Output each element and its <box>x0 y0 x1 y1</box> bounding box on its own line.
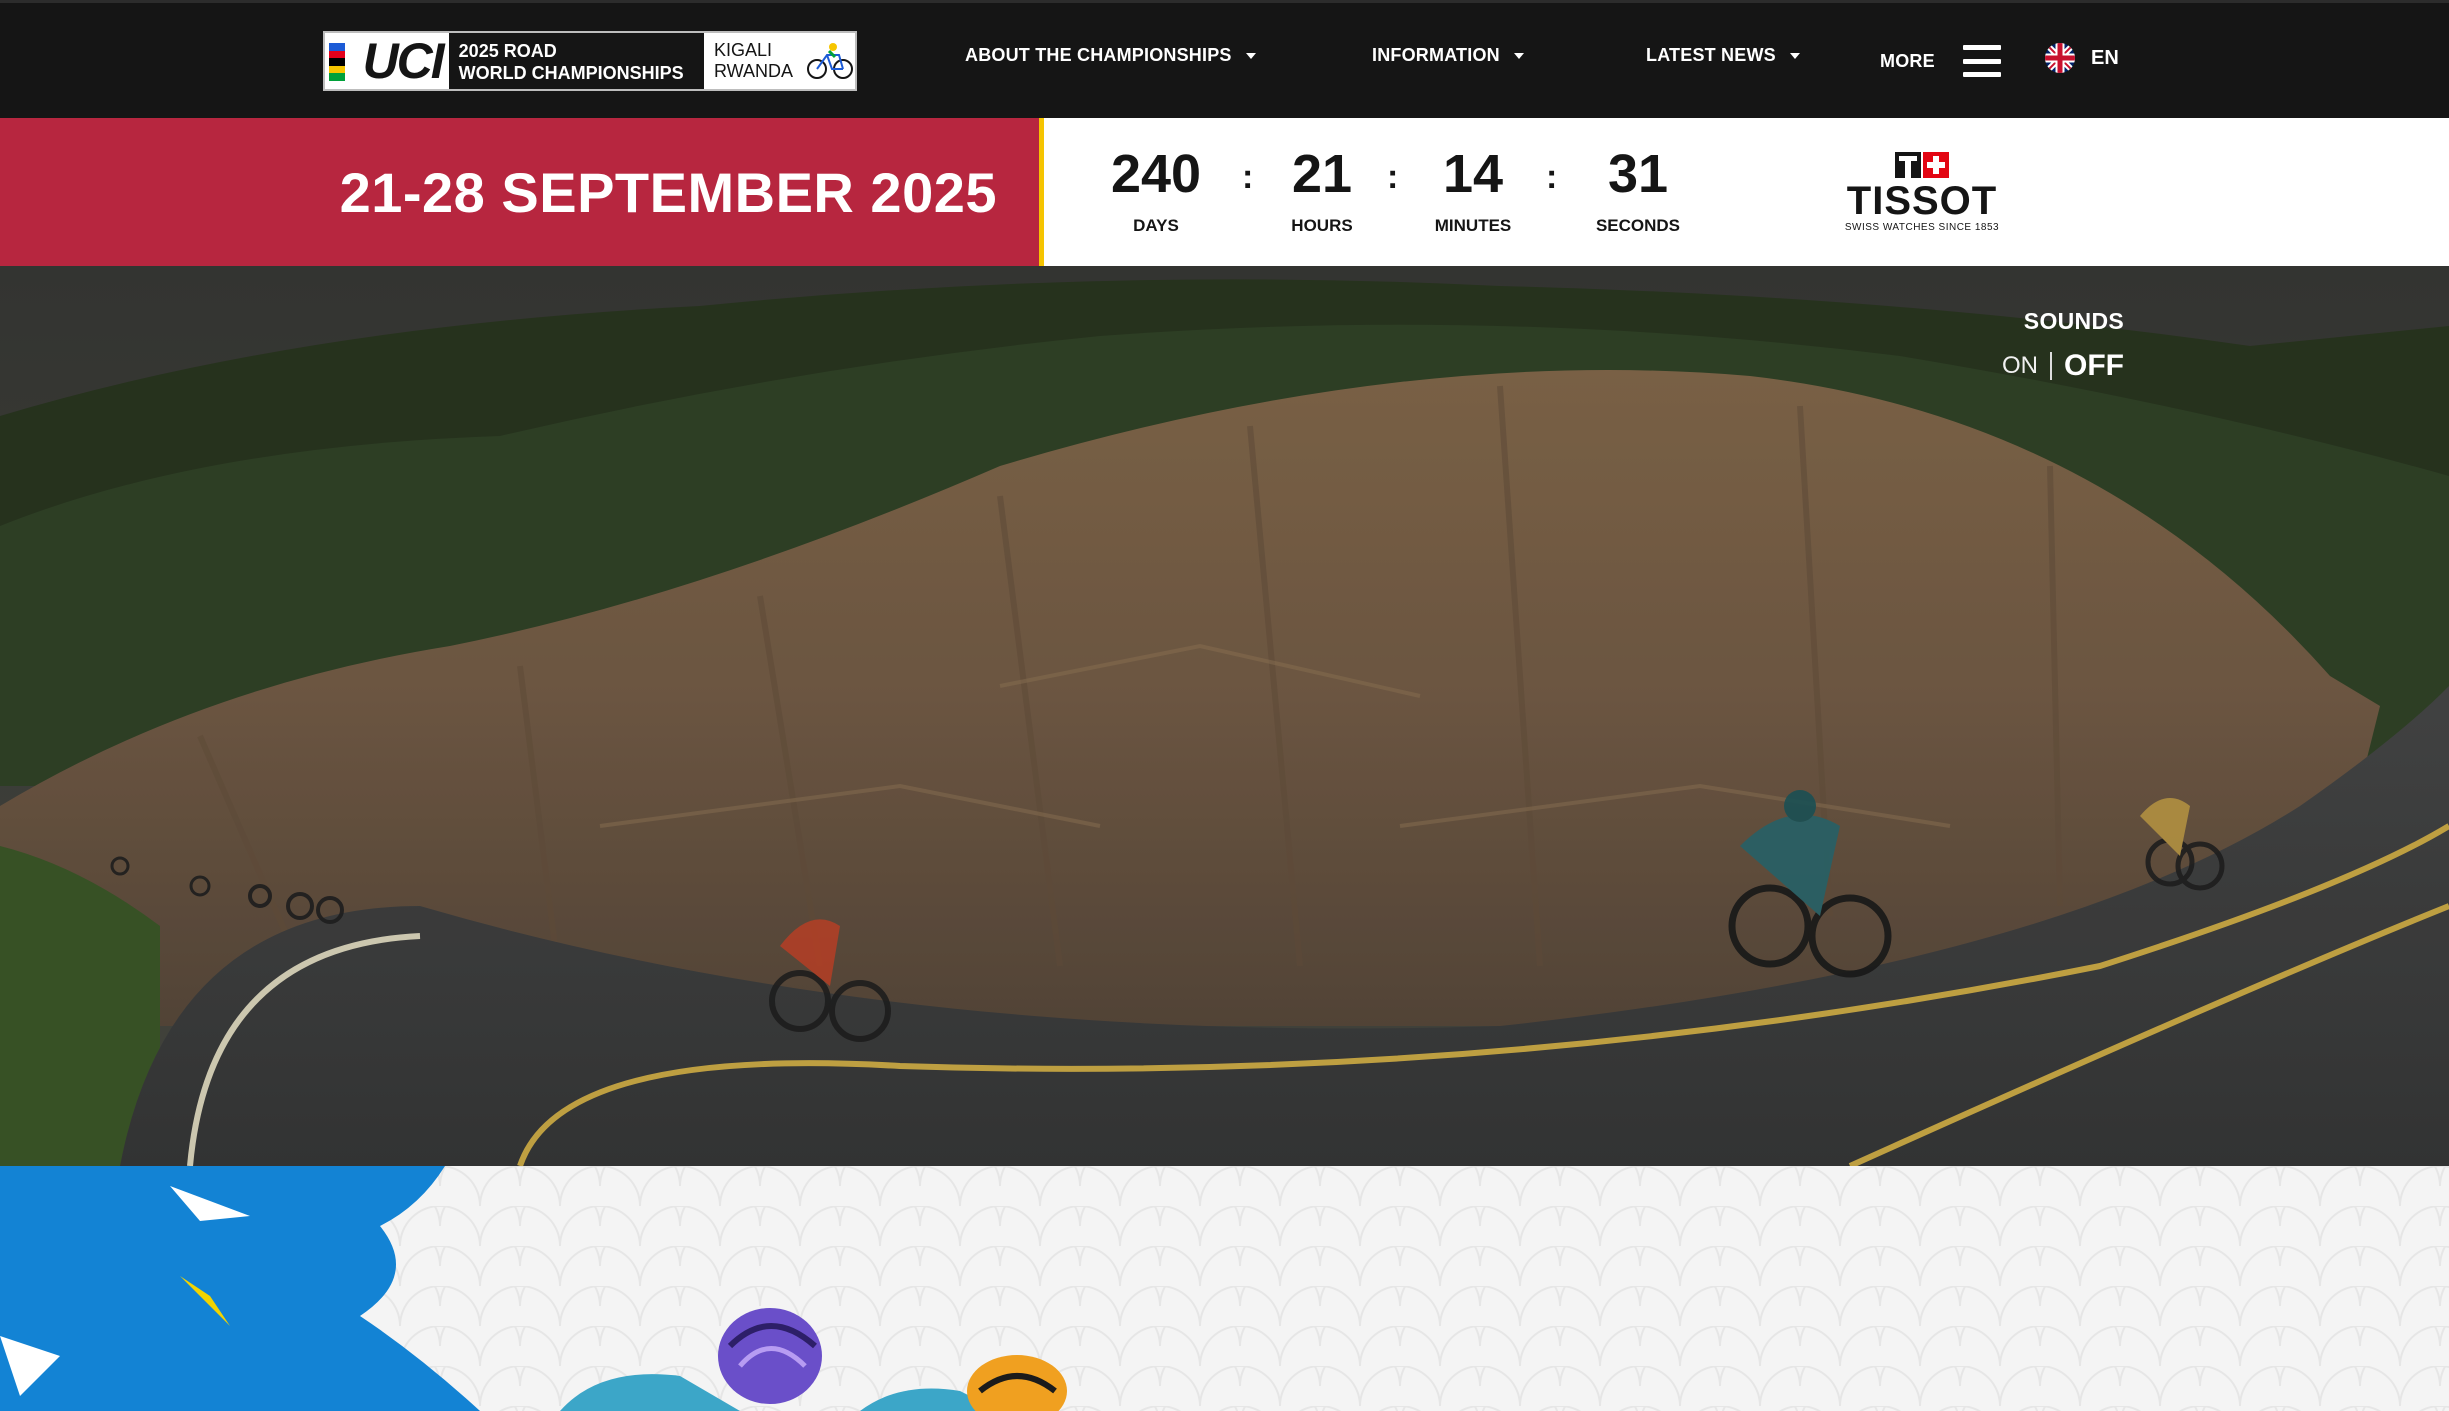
event-dates: 21-28 SEPTEMBER 2025 <box>339 160 997 224</box>
chevron-down-icon <box>1513 52 1524 59</box>
cyclist-icon <box>807 43 853 79</box>
rainbow-stripes-icon <box>329 43 345 81</box>
countdown-days: 240 DAYS <box>1076 144 1236 236</box>
sound-on-button[interactable]: ON <box>2002 352 2052 380</box>
logo-host: KIGALI RWANDA <box>703 33 855 89</box>
countdown-separator: : <box>1546 158 1558 196</box>
logo-title-line1: 2025 ROAD <box>458 41 557 61</box>
chevron-down-icon <box>1245 52 1256 59</box>
language-selector[interactable]: EN <box>2045 43 2119 73</box>
countdown-hours-label: HOURS <box>1291 216 1353 235</box>
nav-information[interactable]: INFORMATION <box>1372 45 1524 66</box>
countdown-seconds-value: 31 <box>1607 144 1669 204</box>
countdown-days-label: DAYS <box>1133 216 1179 235</box>
countdown-minutes-value: 14 <box>1442 144 1504 204</box>
sponsor-name: TISSOT <box>1846 179 1998 223</box>
more-menu-button[interactable]: MORE <box>1880 45 2001 77</box>
uci-logo: UCI <box>325 33 449 89</box>
nav-about-label: ABOUT THE CHAMPIONSHIPS <box>965 45 1232 65</box>
uci-wordmark: UCI <box>362 33 445 89</box>
sound-toggle: SOUNDS ON OFF <box>2002 308 2124 383</box>
logo-title: 2025 ROAD WORLD CHAMPIONSHIPS <box>448 33 704 89</box>
championship-logo[interactable]: UCI 2025 ROAD WORLD CHAMPIONSHIPS KIGALI… <box>323 31 857 91</box>
nav-information-label: INFORMATION <box>1372 45 1500 65</box>
chevron-down-icon <box>1789 52 1800 59</box>
logo-title-line2: WORLD CHAMPIONSHIPS <box>458 63 684 83</box>
sponsor-tissot-logo[interactable]: TISSOT SWISS WATCHES SINCE 1853 <box>1832 152 2012 233</box>
countdown-minutes-label: MINUTES <box>1434 216 1512 235</box>
countdown-minutes: 14 MINUTES <box>1393 144 1553 236</box>
sound-toggle-options: ON OFF <box>2002 349 2124 383</box>
nav-latest-news-label: LATEST NEWS <box>1646 45 1776 65</box>
logo-host-line1: KIGALI <box>713 40 773 60</box>
countdown-days-value: 240 <box>1110 144 1202 204</box>
tissot-cross-icon <box>1832 152 2012 178</box>
uk-flag-icon <box>2045 43 2075 73</box>
nav-about-championships[interactable]: ABOUT THE CHAMPIONSHIPS <box>965 45 1256 66</box>
hero-video: SOUNDS ON OFF <box>0 266 2449 1166</box>
countdown-seconds: 31 SECONDS <box>1558 144 1718 236</box>
event-dates-box: 21-28 SEPTEMBER 2025 <box>0 118 1044 266</box>
countdown-band: 21-28 SEPTEMBER 2025 240 DAYS : 21 HOURS… <box>0 118 2449 266</box>
hamburger-menu-icon <box>1962 45 2001 77</box>
language-code: EN <box>2091 46 2119 69</box>
hero-cyclists-cliff-image <box>0 266 2449 1166</box>
sounds-title: SOUNDS <box>2023 308 2124 334</box>
countdown-hours: 21 HOURS <box>1242 144 1402 236</box>
cyclists-illustration <box>0 1166 2449 1411</box>
nav-latest-news[interactable]: LATEST NEWS <box>1646 45 1800 66</box>
countdown-seconds-label: SECONDS <box>1595 216 1681 235</box>
logo-host-line2: RWANDA <box>713 61 793 81</box>
sponsor-tagline: SWISS WATCHES SINCE 1853 <box>1844 222 2000 233</box>
more-label: MORE <box>1880 50 1935 71</box>
sound-off-button[interactable]: OFF <box>2052 349 2124 383</box>
illustration-section <box>0 1166 2449 1411</box>
countdown-hours-value: 21 <box>1291 144 1353 204</box>
top-navigation-bar: UCI 2025 ROAD WORLD CHAMPIONSHIPS KIGALI… <box>0 0 2449 118</box>
